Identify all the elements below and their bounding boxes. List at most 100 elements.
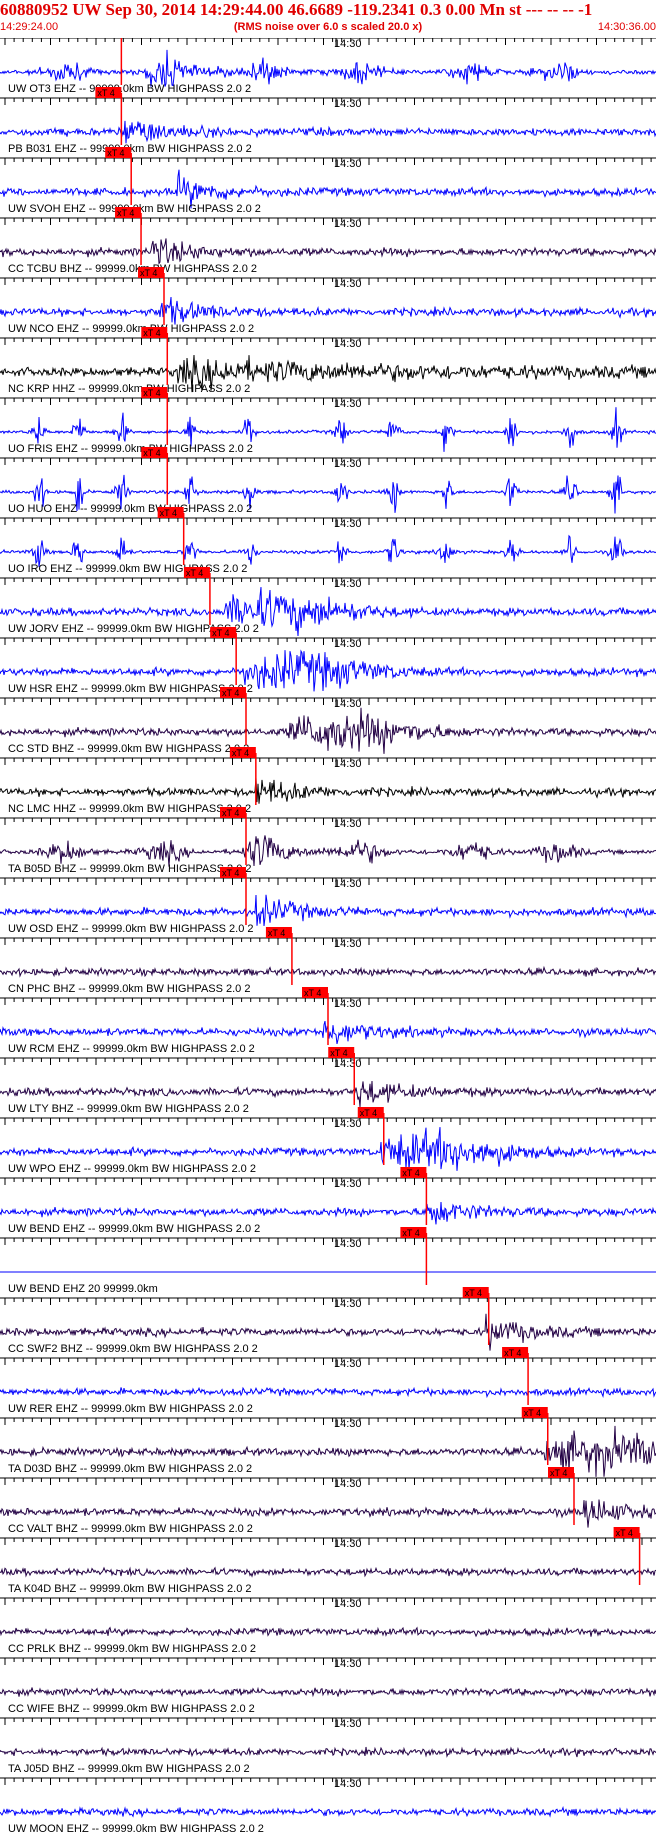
- station-label: UW HSR EHZ -- 99999.0km BW HIGHPASS 2.0 …: [8, 683, 253, 695]
- minute-tick-label: 14:30: [334, 1778, 362, 1790]
- time-axis-ticks: [4, 398, 652, 405]
- minute-tick-label: 14:30: [334, 1358, 362, 1370]
- time-axis-ticks: [4, 158, 652, 165]
- station-label: UW MOON EHZ -- 99999.0km BW HIGHPASS 2.0…: [8, 1823, 264, 1835]
- minute-tick-label: 14:30: [334, 578, 362, 590]
- event-title: 60880952 UW Sep 30, 2014 14:29:44.00 46.…: [0, 0, 593, 19]
- pick-label: xT 4: [268, 928, 285, 938]
- pick-label: xT 4: [330, 1048, 347, 1058]
- waveform-trace: [0, 965, 656, 978]
- time-axis-ticks: [4, 1238, 652, 1245]
- time-axis-ticks: [4, 1058, 652, 1065]
- waveform-trace: [0, 1201, 656, 1225]
- minute-tick-label: 14:30: [334, 38, 362, 50]
- waveform-trace: [0, 1626, 656, 1638]
- station-label: TA J05D BHZ -- 99999.0km BW HIGHPASS 2.0…: [8, 1763, 250, 1775]
- minute-tick-label: 14:30: [334, 758, 362, 770]
- station-label: CC PRLK BHZ -- 99999.0km BW HIGHPASS 2.0…: [8, 1643, 256, 1655]
- time-axis-ticks: [4, 1478, 652, 1485]
- pick-label: xT 4: [616, 1528, 633, 1538]
- time-axis-ticks: [4, 338, 652, 345]
- minute-tick-label: 14:30: [334, 1598, 362, 1610]
- time-axis-ticks: [4, 638, 652, 645]
- time-axis-ticks: [4, 878, 652, 885]
- minute-tick-label: 14:30: [334, 1538, 362, 1550]
- station-label: TA K04D BHZ -- 99999.0km BW HIGHPASS 2.0…: [8, 1583, 252, 1595]
- station-label: TA B05D BHZ -- 99999.0km BW HIGHPASS 2.0…: [8, 863, 252, 875]
- time-axis-ticks: [4, 938, 652, 945]
- time-axis-ticks: [4, 38, 652, 45]
- pick-label: xT 4: [360, 1108, 377, 1118]
- minute-tick-label: 14:30: [334, 218, 362, 230]
- pick-label: xT 4: [140, 268, 157, 278]
- minute-tick-label: 14:30: [334, 818, 362, 830]
- time-axis-ticks: [4, 818, 652, 825]
- station-label: UW RCM EHZ -- 99999.0km BW HIGHPASS 2.0 …: [8, 1043, 255, 1055]
- minute-tick-label: 14:30: [334, 878, 362, 890]
- time-axis-ticks: [4, 1658, 652, 1665]
- time-axis-ticks: [4, 1598, 652, 1605]
- minute-tick-label: 14:30: [334, 518, 362, 530]
- seismogram-plot: 14:30 UW OT3 EHZ -- 99999.0km BW HIGHPASS…: [0, 38, 656, 1838]
- time-axis-ticks: [4, 698, 652, 705]
- time-axis-ticks: [4, 578, 652, 585]
- waveform-trace: [0, 1806, 656, 1819]
- station-label: NC LMC HHZ -- 99999.0km BW HIGHPASS 2.0 …: [8, 803, 251, 815]
- station-label: CC WIFE BHZ -- 99999.0km BW HIGHPASS 2.0…: [8, 1703, 255, 1715]
- minute-tick-label: 14:30: [334, 278, 362, 290]
- time-axis-ticks: [4, 1718, 652, 1725]
- station-label: UO IRO EHZ -- 99999.0km BW HIGHPASS 2.0 …: [8, 563, 247, 575]
- time-axis-ticks: [4, 1538, 652, 1545]
- pick-label: xT 4: [143, 388, 160, 398]
- station-label: CN PHC BHZ -- 99999.0km BW HIGHPASS 2.0 …: [8, 983, 250, 995]
- station-label: UO HUO EHZ -- 99999.0km BW HIGHPASS 2.0 …: [8, 503, 252, 515]
- pick-label: xT 4: [107, 148, 124, 158]
- minute-tick-label: 14:30: [334, 458, 362, 470]
- waveform-trace: [0, 1566, 656, 1578]
- station-label: TA D03D BHZ -- 99999.0km BW HIGHPASS 2.0…: [8, 1463, 252, 1475]
- pick-label: xT 4: [222, 808, 239, 818]
- pick-label: xT 4: [222, 868, 239, 878]
- minute-tick-label: 14:30: [334, 1238, 362, 1250]
- scaling-note: (RMS noise over 6.0 s scaled 20.0 x): [233, 21, 423, 33]
- waveform-trace: [0, 49, 656, 87]
- pick-label: xT 4: [160, 508, 177, 518]
- station-label: UW NCO EHZ -- 99999.0km BW HIGHPASS 2.0 …: [8, 323, 254, 335]
- pick-label: xT 4: [186, 568, 203, 578]
- minute-tick-label: 14:30: [334, 1718, 362, 1730]
- time-axis-ticks: [4, 758, 652, 765]
- pick-label: xT 4: [402, 1168, 419, 1178]
- time-axis-ticks: [4, 1418, 652, 1425]
- pick-label: xT 4: [550, 1468, 567, 1478]
- time-axis-ticks: [4, 278, 652, 285]
- station-label: CC TCBU BHZ -- 99999.0km BW HIGHPASS 2.0…: [8, 263, 257, 275]
- pick-label: xT 4: [524, 1408, 541, 1418]
- pick-label: xT 4: [304, 988, 321, 998]
- minute-tick-label: 14:30: [334, 338, 362, 350]
- waveform-trace: [0, 894, 656, 927]
- minute-tick-label: 14:30: [334, 1178, 362, 1190]
- waveform-trace: [0, 1746, 656, 1759]
- pick-label: xT 4: [504, 1348, 521, 1358]
- station-label: UW OT3 EHZ -- 99999.0km BW HIGHPASS 2.0 …: [8, 83, 251, 95]
- minute-tick-label: 14:30: [334, 938, 362, 950]
- waveform-trace: [0, 238, 656, 265]
- station-label: UW RER EHZ -- 99999.0km BW HIGHPASS 2.0 …: [8, 1403, 253, 1415]
- time-axis-ticks: [4, 1118, 652, 1125]
- pick-label: xT 4: [232, 748, 249, 758]
- station-label: CC SWF2 BHZ -- 99999.0km BW HIGHPASS 2.0…: [8, 1343, 258, 1355]
- minute-tick-label: 14:30: [334, 398, 362, 410]
- minute-tick-label: 14:30: [334, 1478, 362, 1490]
- pick-label: xT 4: [143, 448, 160, 458]
- time-axis-ticks: [4, 1778, 652, 1785]
- time-axis-ticks: [4, 1358, 652, 1365]
- waveform-trace: [0, 777, 656, 804]
- minute-tick-label: 14:30: [334, 1418, 362, 1430]
- minute-tick-label: 14:30: [334, 1658, 362, 1670]
- pick-label: xT 4: [402, 1228, 419, 1238]
- pick-label: xT 4: [222, 688, 239, 698]
- time-axis-ticks: [4, 98, 652, 105]
- waveform-trace: [0, 296, 656, 325]
- station-label: UO FRIS EHZ -- 99999.0km BW HIGHPASS 2.0…: [8, 443, 253, 455]
- station-label: UW BEND EHZ 20 99999.0km: [8, 1283, 158, 1295]
